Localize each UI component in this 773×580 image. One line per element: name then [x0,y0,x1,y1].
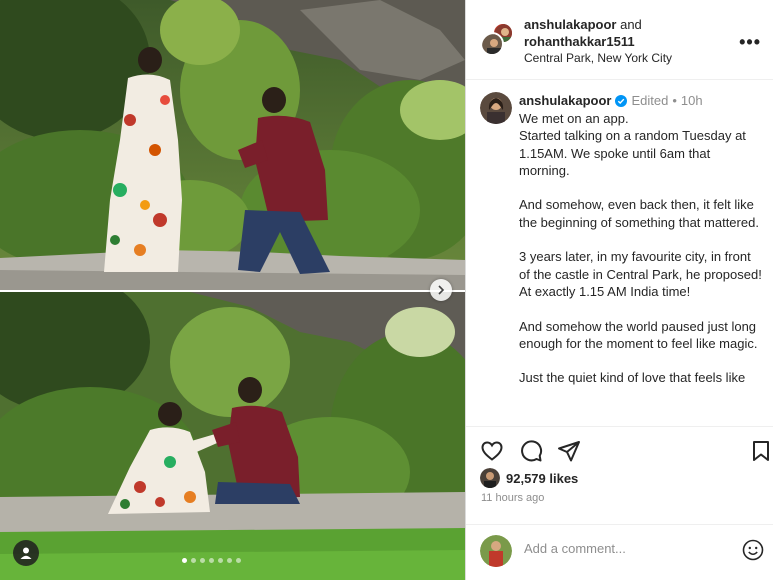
post-location[interactable]: Central Park, New York City [524,50,672,67]
more-horizontal-icon: ••• [739,32,761,52]
emoji-icon[interactable] [742,539,764,561]
edited-label: Edited [631,93,669,108]
bookmark-icon[interactable] [749,439,773,463]
verified-badge-icon [615,94,628,107]
post-side-panel: anshulakapoor and rohanthakkar1511 Centr… [465,0,773,580]
carousel-dot [209,558,214,563]
caption-text: We met on an app. Started talking on a r… [519,110,763,404]
carousel-dot [227,558,232,563]
likes-row: 92,579 likes [480,468,578,488]
author-username-2[interactable]: rohanthakkar1511 [524,34,635,49]
caption-paragraph: Just the quiet kind of love that feels l… [519,370,746,386]
carousel-dot [182,558,187,563]
caption-paragraph: And somehow, even back then, it felt lik… [519,197,759,230]
comment-icon[interactable] [519,439,543,463]
caption-header: anshulakapoor Edited • 10h [519,93,703,108]
avatar[interactable] [480,468,500,488]
post-timestamp[interactable]: 11 hours ago [481,492,544,504]
separator: • [672,93,677,108]
caption-paragraph: We met on an app. Started talking on a r… [519,111,746,178]
post-header: anshulakapoor and rohanthakkar1511 Centr… [466,0,773,80]
carousel-dot [218,558,223,563]
carousel-next-button[interactable] [430,279,452,301]
carousel-dot [236,558,241,563]
carousel-dot [200,558,205,563]
collab-avatars[interactable] [480,22,514,56]
post-media [0,0,465,580]
likes-count[interactable]: 92,579 likes [506,471,578,486]
caption-section: anshulakapoor Edited • 10h We met on an … [466,80,773,426]
comment-composer [466,524,773,580]
send-icon[interactable] [557,439,581,463]
chevron-right-icon [438,285,445,295]
action-bar [466,426,773,474]
avatar [480,535,512,567]
post-authors: anshulakapoor and rohanthakkar1511 Centr… [524,16,672,67]
carousel-dot [191,558,196,563]
photo-standing-proposal [0,0,465,290]
comment-input[interactable] [524,541,724,556]
heart-icon[interactable] [480,439,504,463]
caption-paragraph: 3 years later, in my favourite city, in … [519,249,762,299]
user-tag-icon [20,547,32,559]
photo-kneeling-proposal [0,292,465,580]
carousel-indicator [182,558,241,563]
caption-time[interactable]: 10h [681,93,703,108]
caption-username[interactable]: anshulakapoor [519,93,611,108]
avatar[interactable] [480,92,512,124]
and-text: and [620,17,642,32]
tagged-users-button[interactable] [13,540,39,566]
author-username-1[interactable]: anshulakapoor [524,17,616,32]
caption-paragraph: And somehow the world paused just long e… [519,318,758,351]
more-options-button[interactable]: ••• [739,32,761,53]
avatar[interactable] [480,32,504,56]
